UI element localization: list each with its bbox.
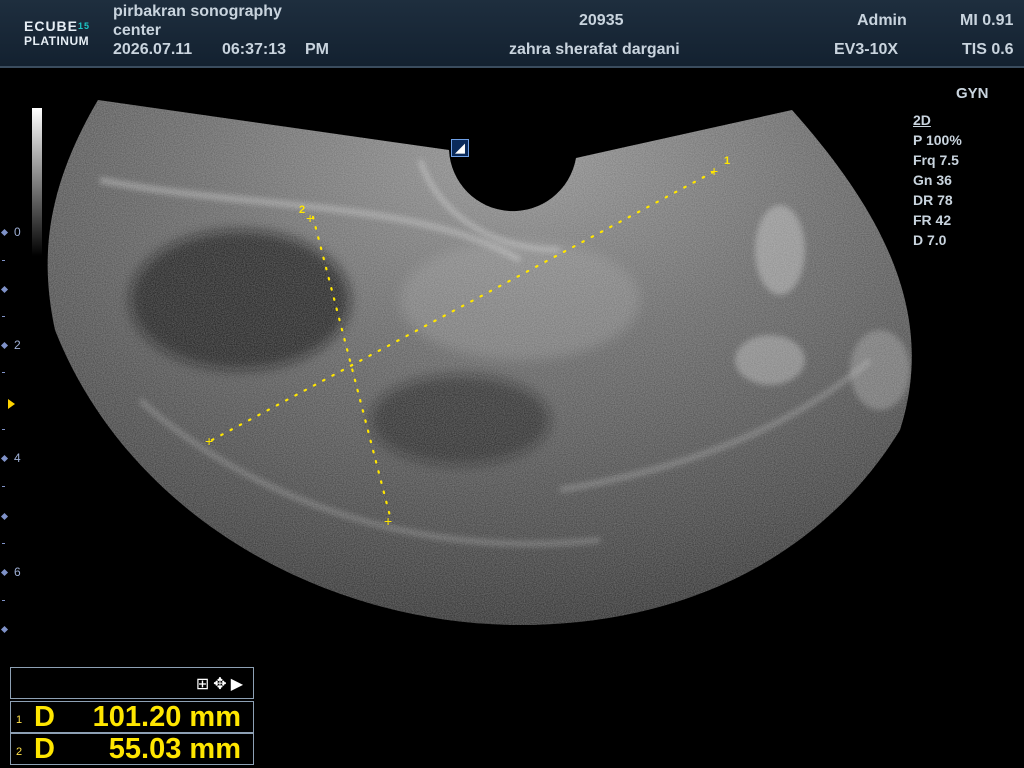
scale-tick — [2, 260, 5, 261]
caliper-label-2: 2 — [299, 204, 305, 216]
scale-tick — [2, 372, 5, 373]
measurement-type: D — [34, 701, 55, 733]
move-icon[interactable]: ✥ — [213, 676, 230, 693]
param-power: P 100% — [913, 132, 962, 148]
scale-tick — [2, 429, 5, 430]
arrow-right-icon[interactable]: ▶ — [231, 676, 247, 693]
caliper-cross[interactable]: + — [306, 210, 314, 226]
measurement-row-1[interactable]: 1 D 101.20 mm — [10, 701, 254, 733]
grid-icon[interactable]: ⊞ — [196, 676, 213, 693]
scale-tick — [2, 316, 5, 317]
scale-tick — [2, 486, 5, 487]
caliper-cross[interactable]: + — [710, 163, 718, 179]
depth-label-4: 4 — [14, 451, 21, 465]
measurement-type: D — [34, 733, 55, 765]
ultrasound-image[interactable]: + + 1 + + 2 — [0, 0, 1024, 768]
depth-label-2: 2 — [14, 338, 21, 352]
scale-tick — [2, 600, 5, 601]
param-dynamic-range: DR 78 — [913, 192, 953, 208]
depth-label-0: 0 — [14, 225, 21, 239]
measurement-value: 55.03 mm — [108, 733, 241, 765]
depth-label-6: 6 — [14, 565, 21, 579]
param-frame-rate: FR 42 — [913, 212, 952, 228]
focus-marker-icon[interactable] — [8, 399, 15, 409]
imaging-parameters: 2D P 100% Frq 7.5 Gn 36 DR 78 FR 42 D 7.… — [913, 110, 962, 250]
param-gain: Gn 36 — [913, 172, 952, 188]
measurement-index: 1 — [16, 714, 23, 726]
param-depth: D 7.0 — [913, 232, 947, 248]
imaging-mode: 2D — [913, 112, 931, 128]
caliper-cross[interactable]: + — [205, 433, 213, 449]
measurement-value: 101.20 mm — [92, 701, 241, 733]
caliper-label-1: 1 — [724, 155, 730, 167]
param-frequency: Frq 7.5 — [913, 152, 959, 168]
orientation-marker-icon: ◢ — [451, 139, 469, 157]
grayscale-bar — [32, 108, 42, 256]
sector-field — [47, 100, 912, 625]
caliper-cross[interactable]: + — [384, 513, 392, 529]
measurement-index: 2 — [16, 746, 23, 758]
scale-tick — [2, 543, 5, 544]
exam-preset: GYN — [956, 85, 989, 102]
measurement-toolbar: ⊞✥▶ — [10, 667, 254, 699]
measurement-row-2[interactable]: 2 D 55.03 mm — [10, 733, 254, 765]
measurement-panel: ⊞✥▶ 1 D 101.20 mm 2 D 55.03 mm — [10, 667, 254, 765]
